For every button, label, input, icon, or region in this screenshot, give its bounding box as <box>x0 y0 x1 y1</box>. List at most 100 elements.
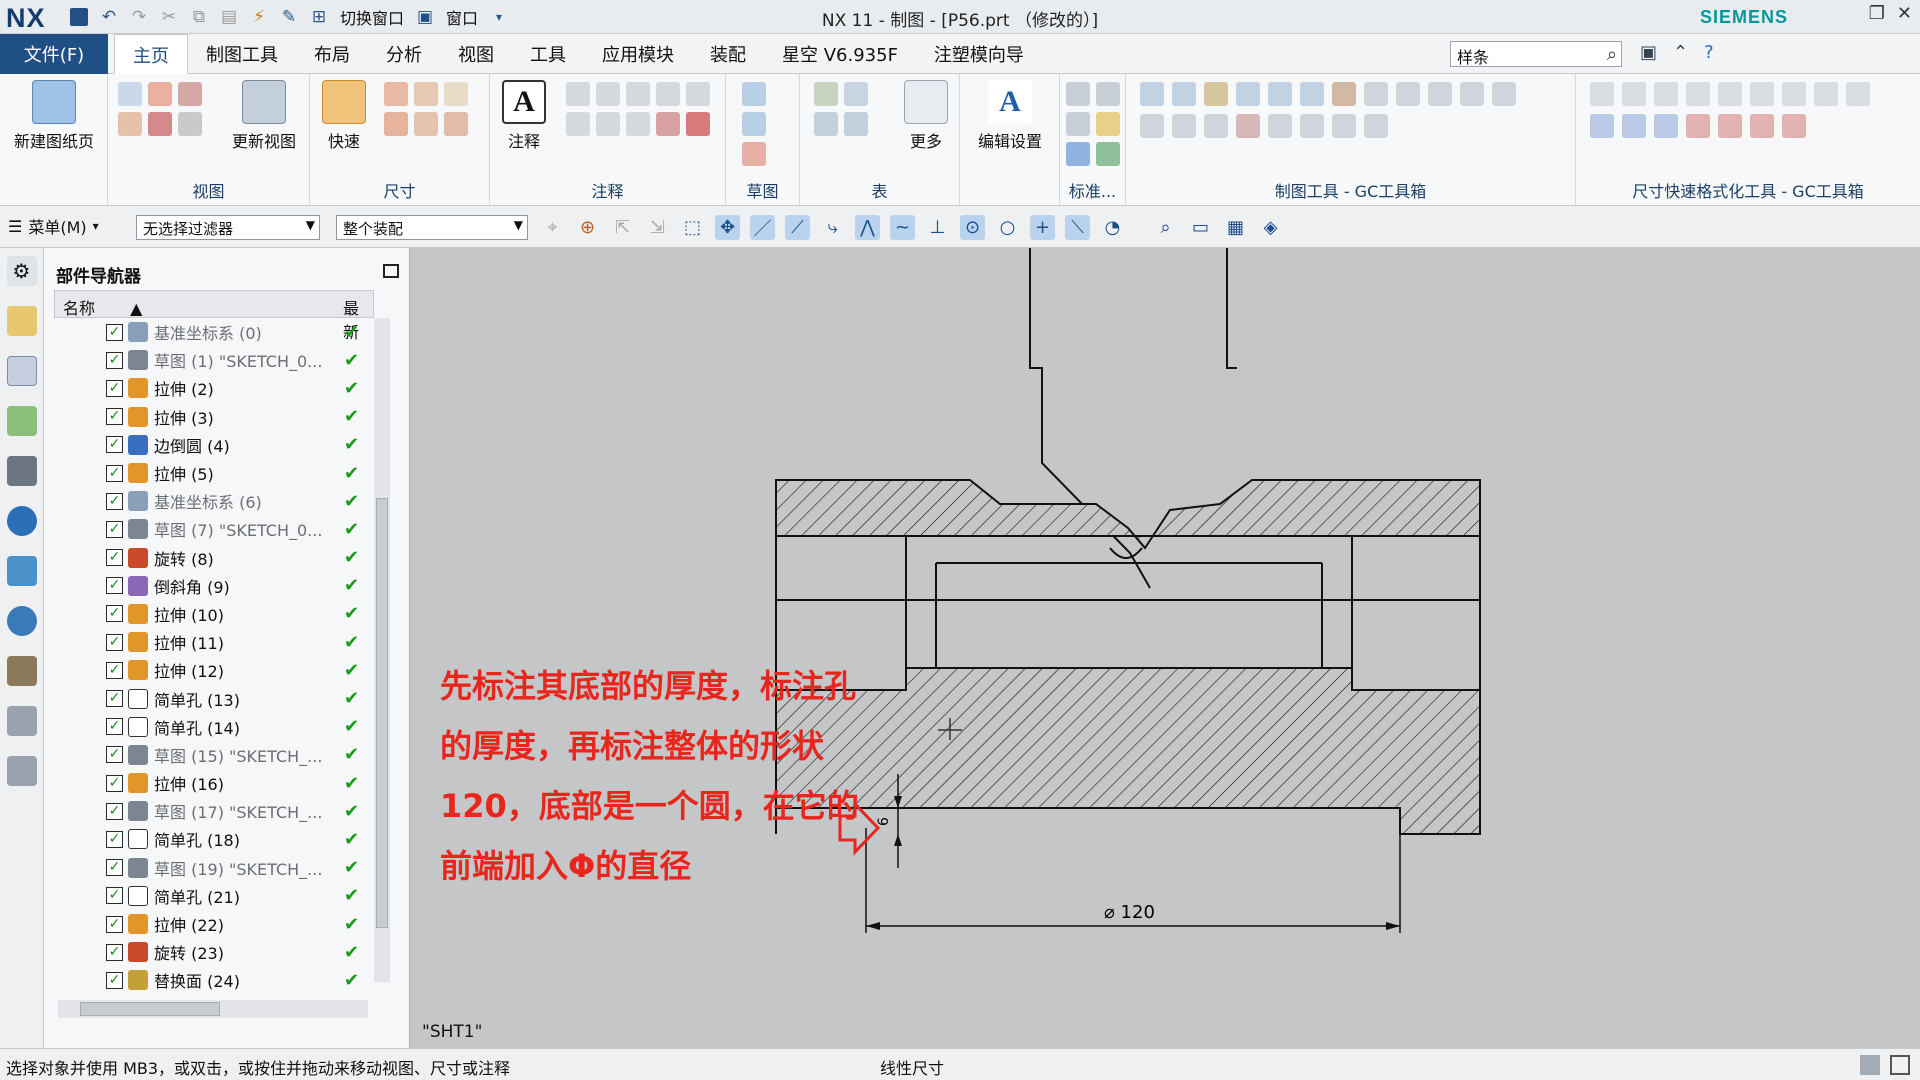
feature-visibility-checkbox[interactable]: ✓ <box>106 549 123 567</box>
info-icon[interactable] <box>6 506 37 536</box>
feature-visibility-checkbox[interactable]: ✓ <box>106 915 123 933</box>
render-icon[interactable]: ◈ <box>1258 215 1283 240</box>
gc-tool-8-icon[interactable] <box>1364 82 1388 106</box>
feature-row[interactable]: ✓ 基准坐标系 (0) ✔ <box>54 318 374 346</box>
dim-format-5-icon[interactable] <box>1718 82 1742 106</box>
feature-visibility-checkbox[interactable]: ✓ <box>106 351 123 369</box>
line-icon[interactable] <box>742 142 766 166</box>
tabular-note-icon[interactable] <box>814 112 838 136</box>
feature-visibility-checkbox[interactable]: ✓ <box>106 859 123 877</box>
assembly-navigator-icon[interactable] <box>6 306 37 336</box>
feature-visibility-checkbox[interactable]: ✓ <box>106 943 123 961</box>
standard-tool-2-icon[interactable] <box>1096 82 1120 106</box>
feature-row[interactable]: ✓ 草图 (7) "SKETCH_0... ✔ <box>54 515 374 543</box>
view-icon[interactable] <box>6 456 37 486</box>
drawing-canvas[interactable]: 6 ⌀ 120 先标注其底部的厚度，标注孔的厚度，再标注整体的形状120，底部是… <box>410 248 1920 1048</box>
centerline-icon[interactable] <box>626 82 650 106</box>
drawing-view[interactable]: 6 ⌀ 120 <box>410 248 1920 1048</box>
scroll-thumb[interactable] <box>376 498 388 928</box>
feature-visibility-checkbox[interactable]: ✓ <box>106 323 123 341</box>
feature-row[interactable]: ✓ 简单孔 (18) ✔ <box>54 825 374 853</box>
status-filter-icon[interactable] <box>1860 1055 1880 1075</box>
gc-tool-2-icon[interactable] <box>1172 82 1196 106</box>
rectangle-icon[interactable] <box>742 112 766 136</box>
feature-visibility-checkbox[interactable]: ✓ <box>106 492 123 510</box>
feature-row[interactable]: ✓ 边倒圆 (4) ✔ <box>54 431 374 459</box>
command-search-input[interactable]: 样条 ⌕ <box>1450 41 1622 67</box>
process-studio-icon[interactable] <box>6 756 37 786</box>
feature-visibility-checkbox[interactable]: ✓ <box>106 436 123 454</box>
gc-tool-18-icon[interactable] <box>1300 114 1324 138</box>
reuse-library-icon[interactable] <box>6 406 37 436</box>
snap-center-icon[interactable]: ⊙ <box>960 215 985 240</box>
sketch-curve-icon[interactable] <box>742 82 766 106</box>
surface-finish-icon[interactable] <box>596 112 620 136</box>
target-point-icon[interactable] <box>656 82 680 106</box>
diameter-dim-text[interactable]: ⌀ 120 <box>1104 902 1155 923</box>
snap-quadrant-icon[interactable]: ○ <box>995 215 1020 240</box>
tab-applications[interactable]: 应用模块 <box>584 34 692 74</box>
gc-tool-16-icon[interactable] <box>1236 114 1260 138</box>
tab-xingkong[interactable]: 星空 V6.935F <box>764 34 916 74</box>
rectangle-select-icon[interactable]: ⬚ <box>680 215 705 240</box>
dim-format-16-icon[interactable] <box>1782 114 1806 138</box>
standard-tool-1-icon[interactable] <box>1066 82 1090 106</box>
feature-visibility-checkbox[interactable]: ✓ <box>106 718 123 736</box>
dim-format-2-icon[interactable] <box>1622 82 1646 106</box>
gc-tool-19-icon[interactable] <box>1332 114 1356 138</box>
standard-tool-3-icon[interactable] <box>1066 112 1090 136</box>
tab-assembly[interactable]: 装配 <box>692 34 764 74</box>
feature-row[interactable]: ✓ 拉伸 (12) ✔ <box>54 656 374 684</box>
layout-icon[interactable]: ▦ <box>1223 215 1248 240</box>
selection-filter-select[interactable]: 无选择过滤器 ▼ <box>136 215 320 240</box>
menu-button[interactable]: ☰ 菜单(M) ▾ <box>8 214 99 238</box>
feature-visibility-checkbox[interactable]: ✓ <box>106 690 123 708</box>
gc-tool-9-icon[interactable] <box>1396 82 1420 106</box>
feature-row[interactable]: ✓ 旋转 (23) ✔ <box>54 938 374 966</box>
detail-view-icon[interactable] <box>178 82 202 106</box>
feature-row[interactable]: ✓ 草图 (19) "SKETCH_... ✔ <box>54 854 374 882</box>
gc-tool-7-icon[interactable] <box>1332 82 1356 106</box>
dim-format-12-icon[interactable] <box>1654 114 1678 138</box>
feature-row[interactable]: ✓ 草图 (17) "SKETCH_... ✔ <box>54 797 374 825</box>
standard-tool-6-icon[interactable] <box>1096 142 1120 166</box>
dim-format-15-icon[interactable] <box>1750 114 1774 138</box>
standard-tool-5-icon[interactable] <box>1066 142 1090 166</box>
column-name[interactable]: 名称 ▲ <box>63 295 142 319</box>
feature-row[interactable]: ✓ 拉伸 (3) ✔ <box>54 403 374 431</box>
rapid-dimension-button[interactable]: 快速 <box>316 80 372 152</box>
tab-view[interactable]: 视图 <box>440 34 512 74</box>
gc-tool-14-icon[interactable] <box>1172 114 1196 138</box>
help-icon[interactable]: ? <box>1704 42 1714 63</box>
feature-row[interactable]: ✓ 拉伸 (5) ✔ <box>54 459 374 487</box>
parts-list-icon[interactable] <box>814 82 838 106</box>
gc-tool-10-icon[interactable] <box>1428 82 1452 106</box>
standard-tool-4-icon[interactable] <box>1096 112 1120 136</box>
select-feature-icon[interactable]: ⌖ <box>540 215 565 240</box>
maximize-panel-icon[interactable] <box>383 264 399 278</box>
gc-tool-13-icon[interactable] <box>1140 114 1164 138</box>
scroll-thumb[interactable] <box>80 1002 220 1016</box>
feature-visibility-checkbox[interactable]: ✓ <box>106 633 123 651</box>
feature-visibility-checkbox[interactable]: ✓ <box>106 971 123 989</box>
snap-on-face-icon[interactable]: ◔ <box>1100 215 1125 240</box>
restore-window-icon[interactable]: ❐ <box>1869 3 1885 24</box>
feature-visibility-checkbox[interactable]: ✓ <box>106 379 123 397</box>
thickness-dim-text[interactable]: 6 <box>876 817 892 826</box>
feature-row[interactable]: ✓ 旋转 (8) ✔ <box>54 544 374 572</box>
feature-visibility-checkbox[interactable]: ✓ <box>106 830 123 848</box>
projected-view-icon[interactable] <box>148 82 172 106</box>
gc-tool-4-icon[interactable] <box>1236 82 1260 106</box>
dim-format-6-icon[interactable] <box>1750 82 1774 106</box>
feature-row[interactable]: ✓ 草图 (1) "SKETCH_0... ✔ <box>54 346 374 374</box>
feature-visibility-checkbox[interactable]: ✓ <box>106 661 123 679</box>
system-materials-icon[interactable] <box>6 706 37 736</box>
feature-row[interactable]: ✓ 拉伸 (11) ✔ <box>54 628 374 656</box>
history-icon[interactable] <box>6 606 37 636</box>
fit-icon[interactable]: ▣ <box>1640 42 1657 63</box>
display-icon[interactable]: ▭ <box>1188 215 1213 240</box>
feature-visibility-checkbox[interactable]: ✓ <box>106 746 123 764</box>
feature-row[interactable]: ✓ 拉伸 (10) ✔ <box>54 600 374 628</box>
dim-format-11-icon[interactable] <box>1622 114 1646 138</box>
linear-dim-icon[interactable] <box>384 82 408 106</box>
